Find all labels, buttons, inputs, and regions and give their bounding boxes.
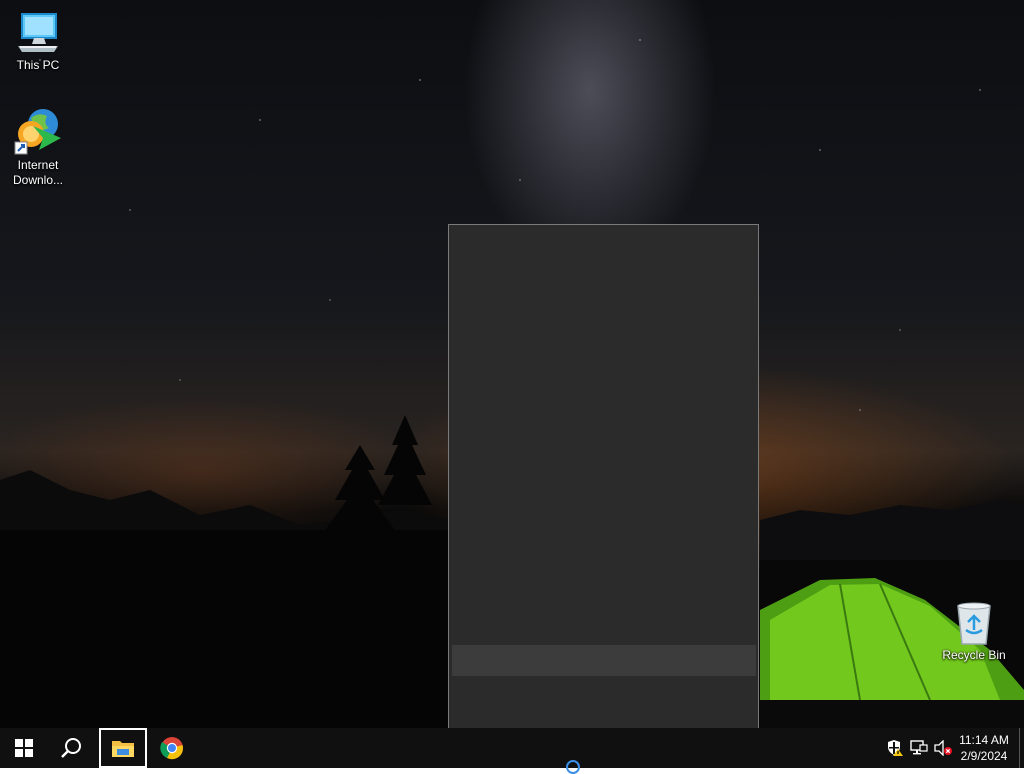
desktop-icon-label: Recycle Bin xyxy=(942,648,1006,662)
security-shield-warning-icon xyxy=(888,740,903,756)
desktop-icon-label: This PC xyxy=(16,58,60,72)
flyout-highlighted-item[interactable] xyxy=(452,645,756,676)
this-pc-icon xyxy=(18,13,58,52)
desktop-icon-this-pc[interactable]: This PC xyxy=(0,8,76,73)
file-explorer-taskbar-button[interactable] xyxy=(99,728,147,768)
chrome-taskbar-button[interactable] xyxy=(148,728,196,768)
taskbar-flyout-panel[interactable] xyxy=(448,224,759,756)
desktop-icon-internet-download-manager[interactable]: Internet Downlo... xyxy=(0,106,76,188)
tray-network-button[interactable] xyxy=(908,728,930,768)
windows-start-icon xyxy=(15,739,33,757)
desktop-icon-label: Internet Downlo... xyxy=(12,158,64,187)
tray-volume-button[interactable] xyxy=(932,728,954,768)
volume-muted-icon xyxy=(934,740,952,756)
tray-security-button[interactable] xyxy=(884,728,906,768)
internet-download-manager-icon xyxy=(14,109,61,155)
desktop-icon-recycle-bin[interactable]: Recycle Bin xyxy=(936,600,1012,663)
taskbar: 11:14 AM 2/9/2024 xyxy=(0,728,1024,768)
start-button[interactable] xyxy=(0,728,48,768)
clock-date: 2/9/2024 xyxy=(960,749,1008,763)
search-button[interactable] xyxy=(48,728,96,768)
search-icon xyxy=(61,738,81,758)
network-icon xyxy=(910,740,928,755)
clock-time: 11:14 AM xyxy=(959,733,1009,747)
cortana-ring-icon xyxy=(566,760,580,774)
recycle-bin-icon xyxy=(957,602,991,645)
file-explorer-icon xyxy=(112,741,134,757)
chrome-icon xyxy=(160,737,183,760)
show-desktop-button[interactable] xyxy=(1019,728,1024,768)
taskbar-clock[interactable]: 11:14 AM 2/9/2024 xyxy=(956,730,1012,766)
